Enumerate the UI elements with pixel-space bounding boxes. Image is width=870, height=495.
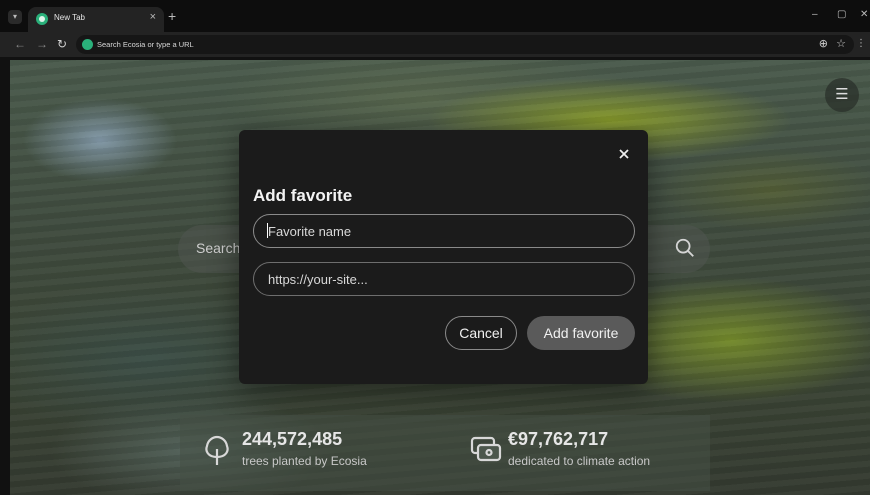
ecosia-icon (82, 39, 93, 50)
add-favorite-dialog: Add favorite Cancel Add favorite (239, 130, 648, 384)
tab-close-button[interactable]: × (150, 11, 156, 23)
search-icon[interactable] (674, 237, 696, 259)
minimize-button[interactable]: – (812, 9, 818, 20)
forward-icon[interactable]: → (36, 37, 48, 51)
impact-counters: 244,572,485 trees planted by Ecosia €97,… (180, 415, 710, 491)
plus-icon[interactable]: + (168, 9, 176, 23)
tab-new-tab[interactable]: New Tab × (28, 7, 164, 32)
browser-toolbar: ← → ↻ Search Ecosia or type a URL ⊕ ☆ ⋮ (0, 32, 870, 57)
tree-icon (205, 435, 229, 465)
tab-title: New Tab (54, 13, 85, 22)
text-caret (267, 223, 268, 238)
back-icon[interactable]: ← (14, 37, 26, 51)
address-placeholder: Search Ecosia or type a URL (97, 40, 194, 49)
address-bar[interactable]: Search Ecosia or type a URL ⊕ ☆ (76, 35, 854, 54)
climate-stat: €97,762,717 dedicated to climate action (508, 429, 650, 468)
trees-label: trees planted by Ecosia (242, 454, 367, 468)
dialog-title: Add favorite (253, 186, 353, 205)
favorite-name-input[interactable] (253, 214, 635, 248)
window-close-button[interactable]: ✕ (860, 9, 868, 20)
climate-amount: €97,762,717 (508, 429, 609, 449)
add-favorite-button[interactable]: Add favorite (527, 316, 635, 350)
close-icon[interactable] (616, 146, 632, 162)
ecosia-icon (36, 13, 48, 25)
hamburger-menu-icon[interactable]: ☰ (825, 78, 859, 112)
climate-label: dedicated to climate action (508, 454, 651, 468)
zoom-icon[interactable]: ⊕ (819, 38, 828, 50)
tab-bar: ▾ New Tab × + – ▢ ✕ (0, 0, 870, 32)
favorite-url-input[interactable] (253, 262, 635, 296)
trees-count: 244,572,485 (242, 429, 343, 449)
restore-button[interactable]: ▢ (837, 9, 846, 20)
money-icon (470, 436, 502, 462)
trees-stat: 244,572,485 trees planted by Ecosia (242, 429, 367, 468)
reload-icon[interactable]: ↻ (57, 37, 67, 51)
chevron-down-icon: ▾ (12, 12, 17, 21)
kebab-menu-icon[interactable]: ⋮ (856, 38, 866, 49)
star-icon[interactable]: ☆ (836, 38, 846, 50)
search-placeholder: Search (196, 240, 241, 256)
tab-search-button[interactable]: ▾ (8, 10, 22, 24)
cancel-button[interactable]: Cancel (445, 316, 517, 350)
